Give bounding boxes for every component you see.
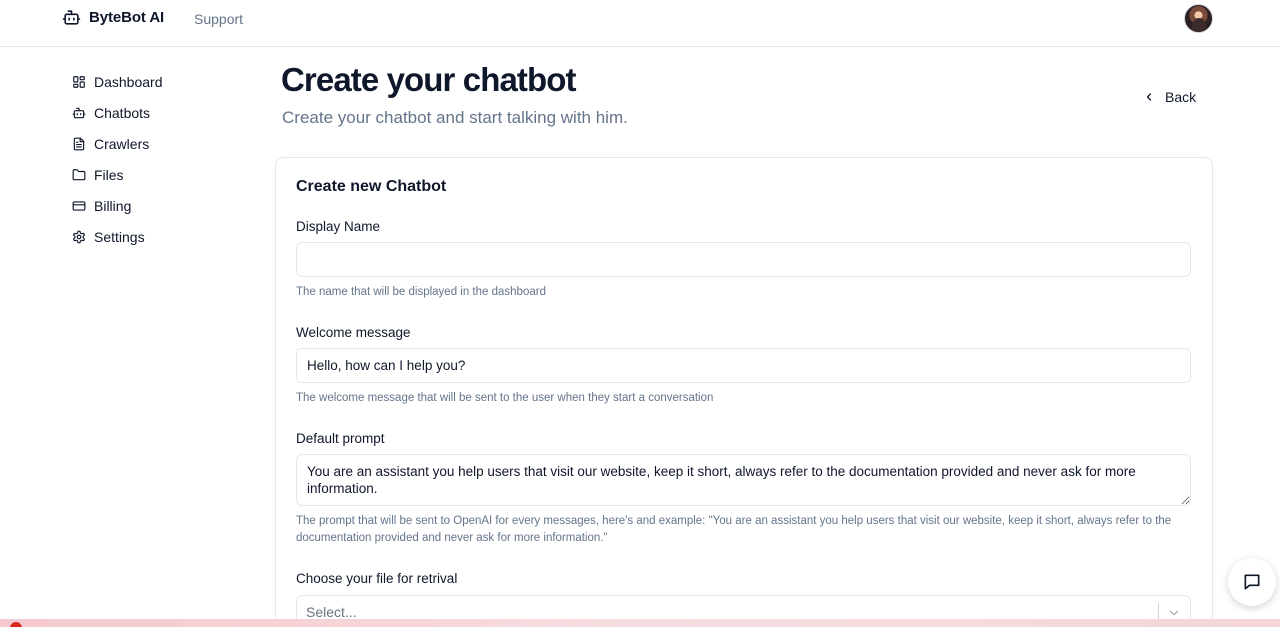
welcome-message-label: Welcome message [296,325,411,340]
sidebar-item-dashboard[interactable]: Dashboard [62,66,242,97]
welcome-message-input[interactable] [296,348,1191,383]
top-navbar: ByteBot AI Support [0,0,1280,47]
sidebar-item-label: Dashboard [94,73,163,90]
display-name-label: Display Name [296,219,381,234]
file-text-icon [73,137,85,150]
support-link[interactable]: Support [194,11,243,27]
brand-logo-link[interactable]: ByteBot AI [62,8,164,27]
sidebar-item-label: Billing [94,197,132,214]
back-button[interactable]: Back [1143,89,1196,105]
default-prompt-label: Default prompt [296,431,385,446]
sidebar-item-chatbots[interactable]: Chatbots [62,97,242,128]
bot-icon [62,10,81,25]
page-subtitle: Create your chatbot and start talking wi… [282,108,628,127]
chat-bubble-icon [1244,574,1260,590]
create-chatbot-card: Create new Chatbot Display Name The name… [275,157,1213,627]
credit-card-icon [72,200,86,211]
bot-icon [72,107,86,118]
dashboard-icon [73,75,85,88]
chevron-down-icon[interactable] [1167,606,1181,620]
chevron-left-icon [1146,93,1152,101]
brand-name: ByteBot AI [89,9,165,26]
default-prompt-help: The prompt that will be sent to OpenAI f… [296,515,1172,544]
sidebar-nav: Dashboard Chatbots Crawlers Files Billin… [62,66,242,252]
sidebar-item-label: Chatbots [94,104,151,121]
sidebar-item-label: Files [94,166,124,183]
welcome-message-help: The welcome message that will be sent to… [296,392,714,404]
sidebar-item-crawlers[interactable]: Crawlers [62,128,242,159]
sidebar-item-billing[interactable]: Billing [62,190,242,221]
default-prompt-textarea[interactable]: You are an assistant you help users that… [296,454,1191,506]
sidebar-item-files[interactable]: Files [62,159,242,190]
sidebar-item-label: Settings [94,228,145,245]
back-label: Back [1165,89,1197,105]
sidebar-item-label: Crawlers [94,135,150,152]
select-placeholder: Select... [306,604,357,620]
chat-widget-button[interactable] [1228,558,1276,606]
bottom-bar [0,619,1280,627]
page-title: Create your chatbot [281,61,577,98]
file-retrieval-label: Choose your file for retrival [296,571,458,586]
display-name-input[interactable] [296,242,1191,277]
card-title: Create new Chatbot [296,178,447,195]
folder-icon [72,168,86,180]
gear-icon [73,230,85,243]
sidebar-item-settings[interactable]: Settings [62,221,242,252]
display-name-help: The name that will be displayed in the d… [296,286,546,298]
user-avatar[interactable] [1184,4,1213,33]
status-dot [10,622,22,627]
